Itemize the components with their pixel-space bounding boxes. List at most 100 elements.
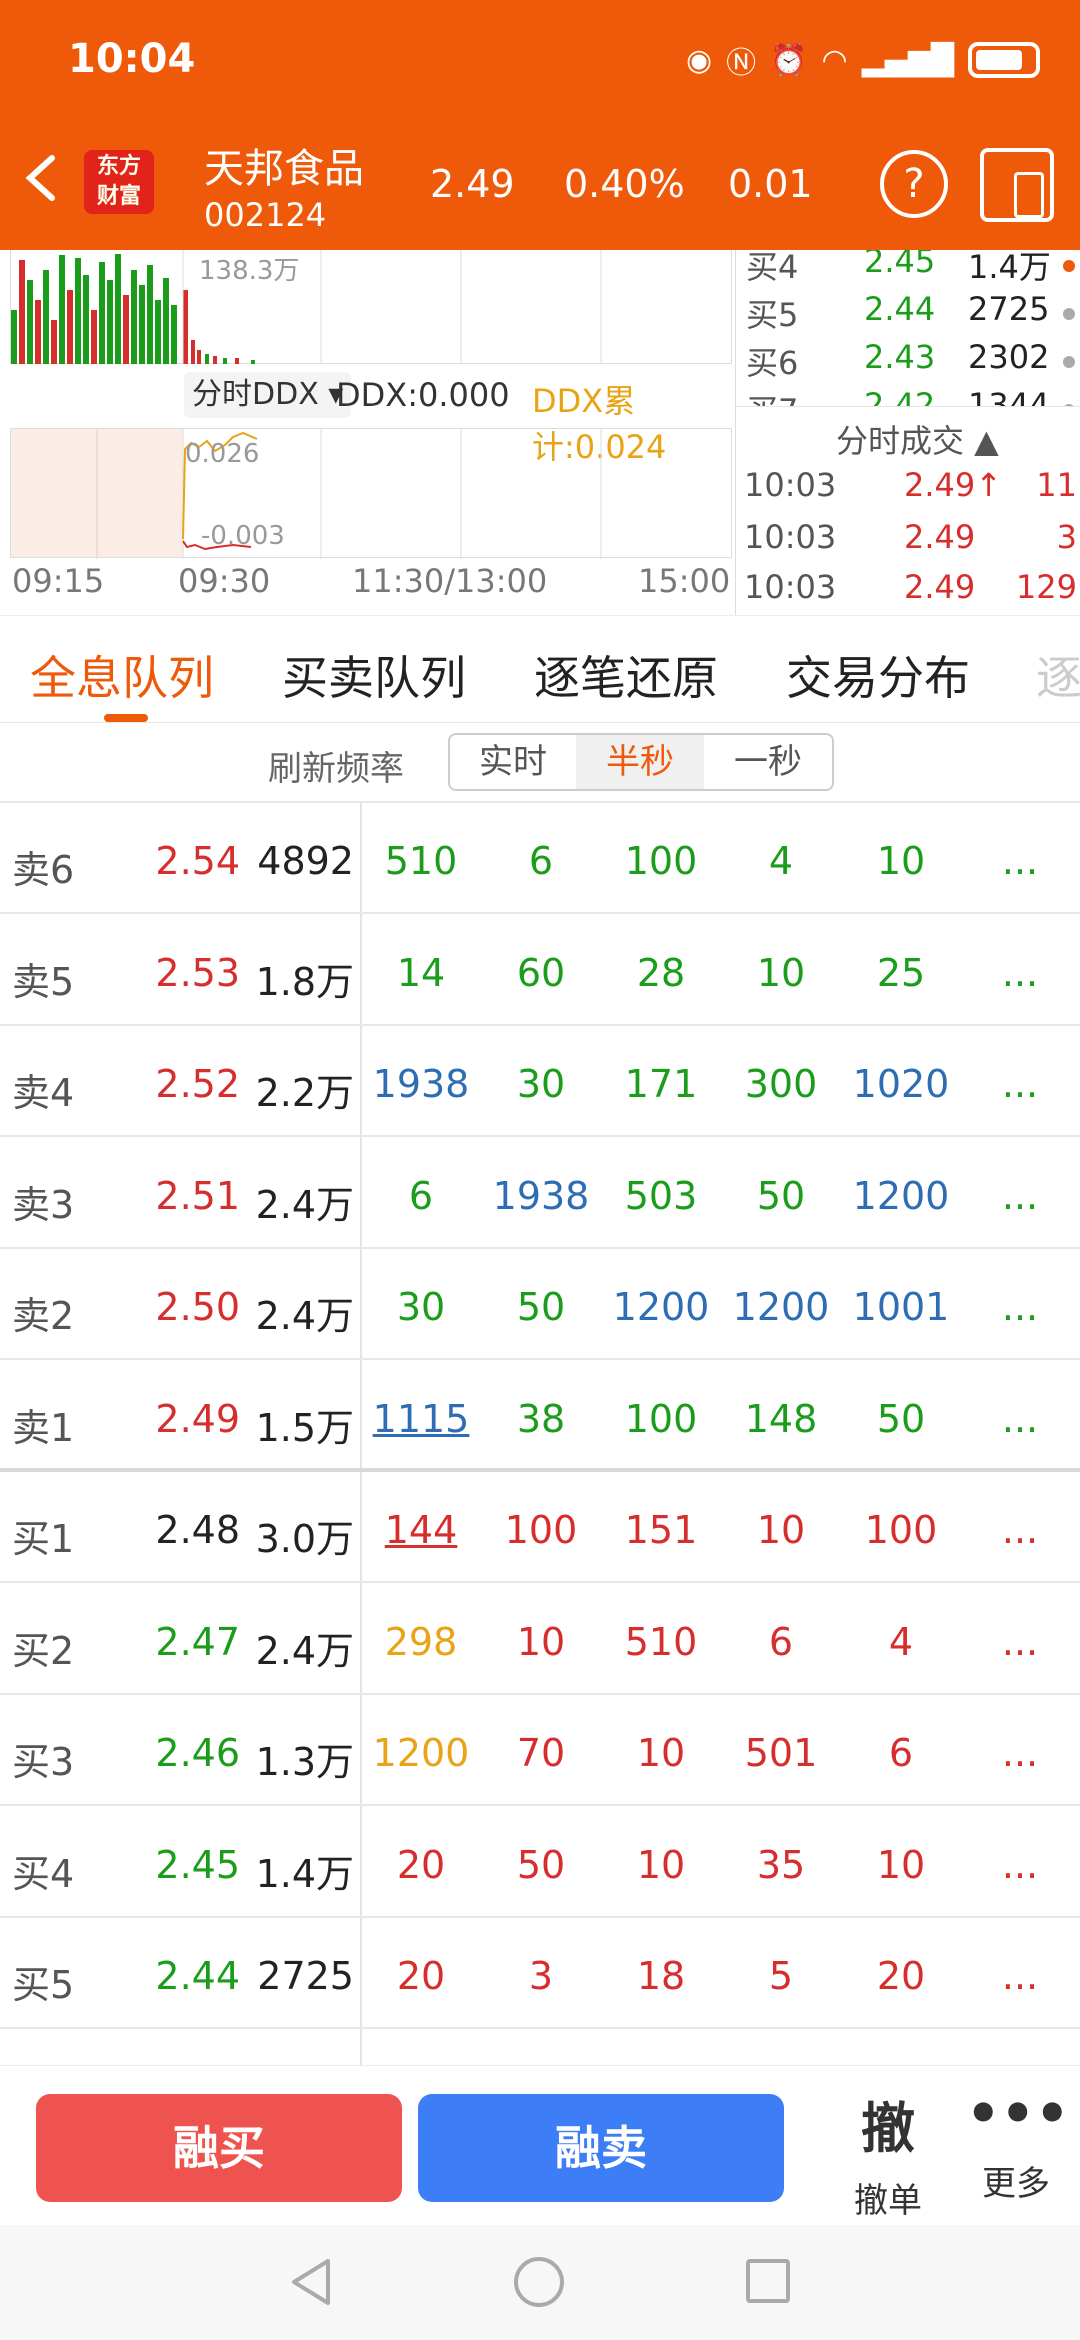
- nav-home-icon[interactable]: [514, 2257, 564, 2307]
- refresh-one-second-option[interactable]: 一秒: [704, 733, 834, 791]
- queue-order-size[interactable]: 510: [361, 839, 481, 883]
- queue-row[interactable]: 卖4 2.52 2.2万 1938 30 171 300 1020...: [0, 1026, 1080, 1137]
- queue-order-size[interactable]: 151: [601, 1508, 721, 1552]
- queue-order-size[interactable]: 20: [841, 1954, 961, 1998]
- queue-order-size[interactable]: 148: [721, 1397, 841, 1441]
- queue-order-size[interactable]: 28: [601, 951, 721, 995]
- ddx-indicator-select[interactable]: 分时DDX ▾: [184, 372, 352, 418]
- queue-order-size[interactable]: 50: [481, 1285, 601, 1329]
- tab-more[interactable]: 逐: [1036, 642, 1080, 708]
- queue-more-indicator[interactable]: ...: [980, 1508, 1060, 1552]
- queue-order-size[interactable]: 501: [721, 1731, 841, 1775]
- cancel-order-button[interactable]: 撤 撤单: [838, 2084, 938, 2222]
- queue-order-size[interactable]: 14: [361, 951, 481, 995]
- queue-order-size[interactable]: 50: [841, 1397, 961, 1441]
- queue-row[interactable]: 买2 2.47 2.4万 298 10 510 6 4...: [0, 1584, 1080, 1695]
- queue-order-size[interactable]: 100: [601, 839, 721, 883]
- queue-order-size[interactable]: 30: [361, 1285, 481, 1329]
- chart-area[interactable]: 138.3万 分时DDX ▾ DDX:0.000 DDX累计:0.024 0.0…: [0, 250, 735, 615]
- queue-order-size[interactable]: 10: [601, 1731, 721, 1775]
- queue-order-size[interactable]: 100: [841, 1508, 961, 1552]
- queue-order-size[interactable]: 1020: [841, 1062, 961, 1106]
- queue-order-size[interactable]: 50: [721, 1174, 841, 1218]
- queue-more-indicator[interactable]: ...: [980, 1397, 1060, 1441]
- queue-order-size[interactable]: 5: [721, 1954, 841, 1998]
- margin-buy-button[interactable]: 融买: [36, 2094, 402, 2202]
- tab-bid-ask-queue[interactable]: 买卖队列: [282, 642, 466, 708]
- queue-row[interactable]: 买1 2.48 3.0万 144 100 151 10 100...: [0, 1472, 1080, 1583]
- queue-order-size[interactable]: 6: [721, 1620, 841, 1664]
- queue-order-size[interactable]: 10: [841, 1843, 961, 1887]
- queue-order-size[interactable]: 1200: [601, 1285, 721, 1329]
- queue-order-size[interactable]: 38: [481, 1397, 601, 1441]
- queue-row[interactable]: 买4 2.45 1.4万 20 50 10 35 10...: [0, 1807, 1080, 1918]
- quote-list[interactable]: 买4 2.45 1.4万 买5 2.44 2725 买6 2.43 2302 买…: [736, 250, 1080, 406]
- queue-row[interactable]: 卖5 2.53 1.8万 14 60 28 10 25...: [0, 915, 1080, 1026]
- queue-order-size[interactable]: 1200: [841, 1174, 961, 1218]
- queue-order-size[interactable]: 25: [841, 951, 961, 995]
- queue-more-indicator[interactable]: ...: [980, 1843, 1060, 1887]
- refresh-realtime-option[interactable]: 实时: [448, 733, 578, 791]
- queue-row[interactable]: 买3 2.46 1.3万 1200 70 10 501 6...: [0, 1695, 1080, 1806]
- back-button[interactable]: [20, 148, 76, 218]
- margin-sell-button[interactable]: 融卖: [418, 2094, 784, 2202]
- queue-order-size[interactable]: 171: [601, 1062, 721, 1106]
- queue-order-size[interactable]: 300: [721, 1062, 841, 1106]
- queue-order-size[interactable]: 10: [481, 1620, 601, 1664]
- queue-order-size[interactable]: 35: [721, 1843, 841, 1887]
- switch-layout-icon[interactable]: [980, 148, 1054, 222]
- queue-order-size[interactable]: 100: [481, 1508, 601, 1552]
- queue-order-size[interactable]: 10: [841, 839, 961, 883]
- queue-order-size[interactable]: 10: [601, 1843, 721, 1887]
- queue-order-size[interactable]: 6: [481, 839, 601, 883]
- queue-more-indicator[interactable]: ...: [980, 1731, 1060, 1775]
- queue-order-size[interactable]: 1200: [361, 1731, 481, 1775]
- queue-more-indicator[interactable]: ...: [980, 951, 1060, 995]
- queue-order-size[interactable]: 3: [481, 1954, 601, 1998]
- queue-order-size[interactable]: 298: [361, 1620, 481, 1664]
- queue-order-size[interactable]: 18: [601, 1954, 721, 1998]
- queue-more-indicator[interactable]: ...: [980, 839, 1060, 883]
- queue-row[interactable]: 卖1 2.49 1.5万 1115 38 100 148 50...: [0, 1361, 1080, 1472]
- queue-row[interactable]: 卖3 2.51 2.4万 6 1938 503 50 1200...: [0, 1138, 1080, 1249]
- queue-order-size[interactable]: 144: [361, 1508, 481, 1552]
- queue-order-size[interactable]: 20: [361, 1843, 481, 1887]
- queue-order-size[interactable]: 1115: [361, 1397, 481, 1441]
- queue-order-size[interactable]: 1001: [841, 1285, 961, 1329]
- queue-row[interactable]: 买5 2.44 2725 20 3 18 5 20...: [0, 1918, 1080, 2029]
- queue-more-indicator[interactable]: ...: [980, 1174, 1060, 1218]
- queue-more-indicator[interactable]: ...: [980, 1285, 1060, 1329]
- nav-back-icon[interactable]: [288, 2257, 334, 2307]
- queue-order-size[interactable]: 70: [481, 1731, 601, 1775]
- tick-trades-title[interactable]: 分时成交 ▲: [836, 416, 999, 462]
- queue-more-indicator[interactable]: ...: [980, 1954, 1060, 1998]
- tab-tick-restore[interactable]: 逐笔还原: [534, 642, 718, 708]
- queue-order-size[interactable]: 4: [841, 1620, 961, 1664]
- queue-order-size[interactable]: 50: [481, 1843, 601, 1887]
- queue-more-indicator[interactable]: ...: [980, 1620, 1060, 1664]
- more-button[interactable]: ••• 更多: [966, 2084, 1070, 2205]
- queue-order-size[interactable]: 10: [721, 951, 841, 995]
- queue-order-size[interactable]: 20: [361, 1954, 481, 1998]
- refresh-half-second-option[interactable]: 半秒: [576, 733, 706, 791]
- tab-trade-distribution[interactable]: 交易分布: [786, 642, 970, 708]
- tab-full-queue[interactable]: 全息队列: [30, 642, 214, 708]
- help-button[interactable]: ?: [880, 150, 948, 218]
- nav-recents-icon[interactable]: [746, 2259, 790, 2303]
- queue-order-size[interactable]: 510: [601, 1620, 721, 1664]
- queue-order-size[interactable]: 6: [361, 1174, 481, 1218]
- queue-order-size[interactable]: 30: [481, 1062, 601, 1106]
- order-queue-table[interactable]: 卖6 2.54 4892 510 6 100 4 10... 卖5 2.53 1.8万 14 60 28 1…: [0, 803, 1080, 2065]
- queue-order-size[interactable]: 6: [841, 1731, 961, 1775]
- queue-order-size[interactable]: 1938: [481, 1174, 601, 1218]
- queue-order-size[interactable]: 10: [721, 1508, 841, 1552]
- queue-order-size[interactable]: 1200: [721, 1285, 841, 1329]
- queue-row[interactable]: 卖2 2.50 2.4万 30 50 1200 1200 1001...: [0, 1249, 1080, 1360]
- queue-order-size[interactable]: 1938: [361, 1062, 481, 1106]
- queue-order-size[interactable]: 100: [601, 1397, 721, 1441]
- queue-more-indicator[interactable]: ...: [980, 1062, 1060, 1106]
- queue-order-size[interactable]: 4: [721, 839, 841, 883]
- queue-order-size[interactable]: 503: [601, 1174, 721, 1218]
- queue-order-size[interactable]: 60: [481, 951, 601, 995]
- queue-row[interactable]: 卖6 2.54 4892 510 6 100 4 10...: [0, 803, 1080, 914]
